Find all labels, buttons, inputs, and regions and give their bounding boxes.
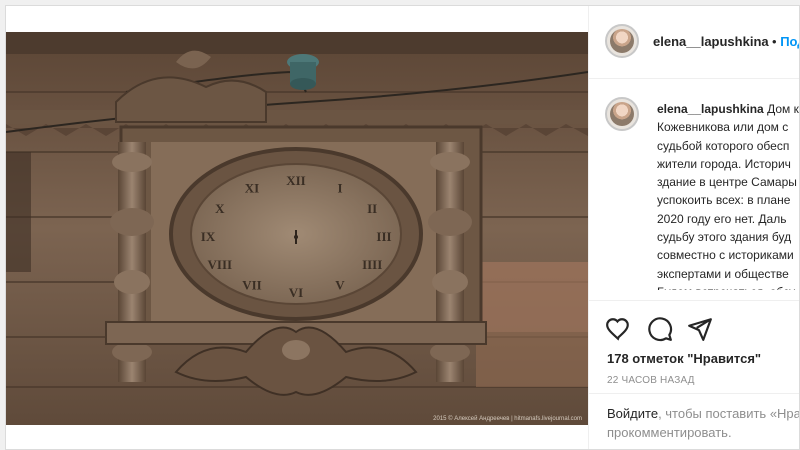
- clock-facade-image: XII IIIIIIIIIIVVIVIIVIIIIXXXI: [6, 32, 588, 425]
- send-icon[interactable]: [687, 316, 713, 342]
- instagram-post: XIIIIIIIIIIIIVVIVIIVIIIIXXXI: [5, 5, 800, 450]
- clock-numeral: X: [215, 201, 225, 216]
- login-link[interactable]: Войдите: [607, 406, 658, 421]
- post-photo[interactable]: XIIIIIIIIIIIIVVIVIIVIIIIXXXI: [6, 32, 588, 425]
- clock-numeral: XII: [286, 173, 306, 188]
- clock-numeral: VII: [242, 278, 262, 293]
- login-text: Войдите, чтобы поставить «Нра прокомменти…: [607, 404, 800, 442]
- post-sidebar: elena__lapushkina • Подп elena__lapushki…: [588, 6, 799, 449]
- clock-numeral: IIII: [362, 257, 382, 272]
- clock-numeral: III: [376, 229, 391, 244]
- post-actions: 178 отметок "Нравится" 22 ЧАСОВ НАЗАД Во…: [589, 300, 800, 449]
- login-text-line2: прокомментировать.: [607, 425, 732, 440]
- likes-count[interactable]: 178 отметок "Нравится": [607, 351, 761, 366]
- post-header: elena__lapushkina • Подп: [589, 6, 799, 79]
- follow-button[interactable]: • Подп: [772, 34, 799, 49]
- post-caption: elena__lapushkina Дом к Кожевникова или …: [657, 100, 799, 290]
- caption-author[interactable]: elena__lapushkina: [657, 102, 764, 116]
- photo-watermark: 2015 © Алексей Андреечев | hitmanafs.liv…: [433, 416, 582, 422]
- post-time[interactable]: 22 ЧАСОВ НАЗАД: [607, 375, 695, 386]
- header-username[interactable]: elena__lapushkina: [653, 34, 769, 49]
- comment-icon[interactable]: [647, 316, 673, 342]
- login-text-rest: , чтобы поставить «Нра: [658, 406, 800, 421]
- clock-numeral: VIII: [208, 257, 233, 272]
- follow-label: Подп: [780, 34, 799, 49]
- clock-numeral: V: [335, 278, 345, 293]
- login-prompt: Войдите, чтобы поставить «Нра прокомменти…: [589, 393, 800, 449]
- caption-text: Дом к Кожевникова или дом с судьбой кото…: [657, 102, 799, 290]
- header-separator: •: [772, 34, 777, 49]
- caption-avatar[interactable]: [605, 97, 639, 131]
- author-avatar[interactable]: [605, 24, 639, 58]
- clock-numeral: IX: [201, 229, 216, 244]
- clock-numeral: XI: [245, 181, 259, 196]
- clock-numeral: II: [367, 201, 377, 216]
- clock-numeral: VI: [289, 285, 303, 300]
- heart-icon[interactable]: [605, 316, 631, 342]
- clock-numeral: I: [337, 181, 342, 196]
